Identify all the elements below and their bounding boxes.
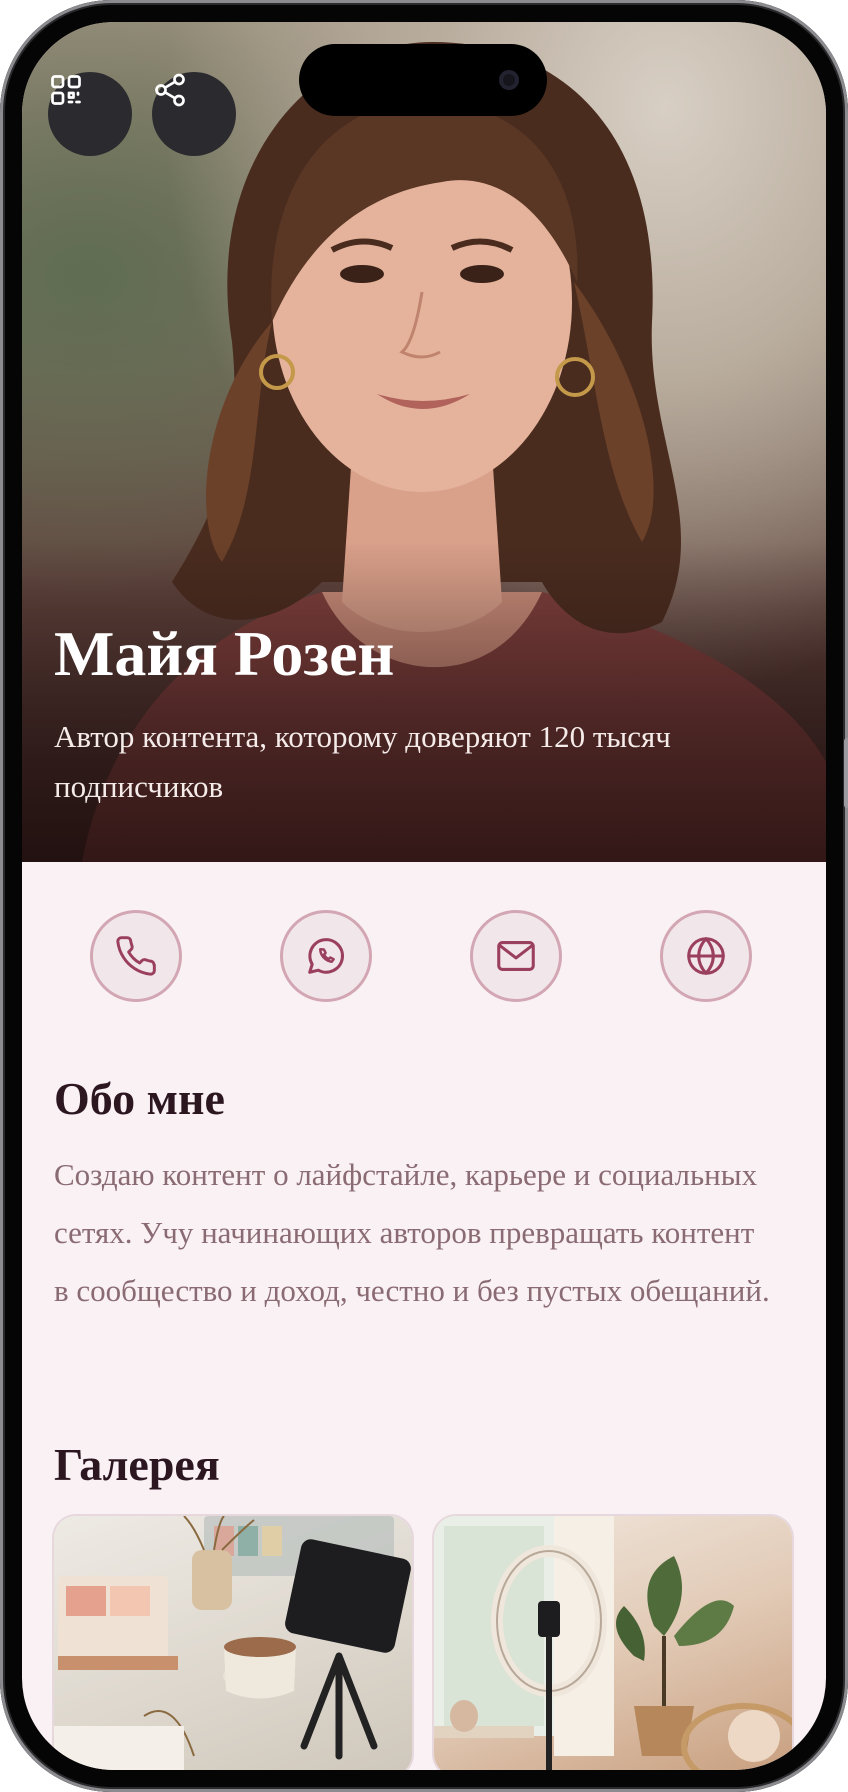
qr-code-button[interactable] <box>48 72 132 156</box>
whatsapp-icon <box>308 938 345 974</box>
mail-icon <box>497 941 535 971</box>
profile-subtitle: Автор контента, которому доверяют 120 ты… <box>54 719 671 804</box>
mail-button[interactable] <box>470 910 562 1002</box>
about-text: Создаю контент о лайфстайле, карьере и с… <box>54 1157 770 1308</box>
about-title: Обо мне <box>54 1073 225 1124</box>
whatsapp-button[interactable] <box>280 910 372 1002</box>
gallery-item-workspace[interactable] <box>54 1516 412 1770</box>
ring-light-studio-photo <box>434 1516 792 1770</box>
gallery-title: Галерея <box>54 1439 220 1490</box>
phone-button[interactable] <box>90 910 182 1002</box>
workspace-desk-photo <box>54 1516 411 1770</box>
hero-gradient-overlay <box>22 542 826 862</box>
phone-icon <box>116 936 156 976</box>
dynamic-island <box>299 44 547 116</box>
globe-icon <box>687 937 725 975</box>
website-button[interactable] <box>660 910 752 1002</box>
hero-section: Майя Розен Автор контента, которому дове… <box>22 22 826 862</box>
share-icon <box>155 73 185 107</box>
share-button[interactable] <box>152 72 236 156</box>
contact-buttons <box>22 910 826 1006</box>
gallery-grid <box>54 1516 794 1770</box>
side-button <box>844 738 848 808</box>
qr-code-icon <box>51 75 81 105</box>
screen: Майя Розен Автор контента, которому дове… <box>22 22 826 1770</box>
gallery-item-studio[interactable] <box>434 1516 792 1770</box>
phone-frame: Майя Розен Автор контента, которому дове… <box>0 0 848 1792</box>
profile-name: Майя Розен <box>54 618 395 689</box>
front-camera <box>499 70 519 90</box>
